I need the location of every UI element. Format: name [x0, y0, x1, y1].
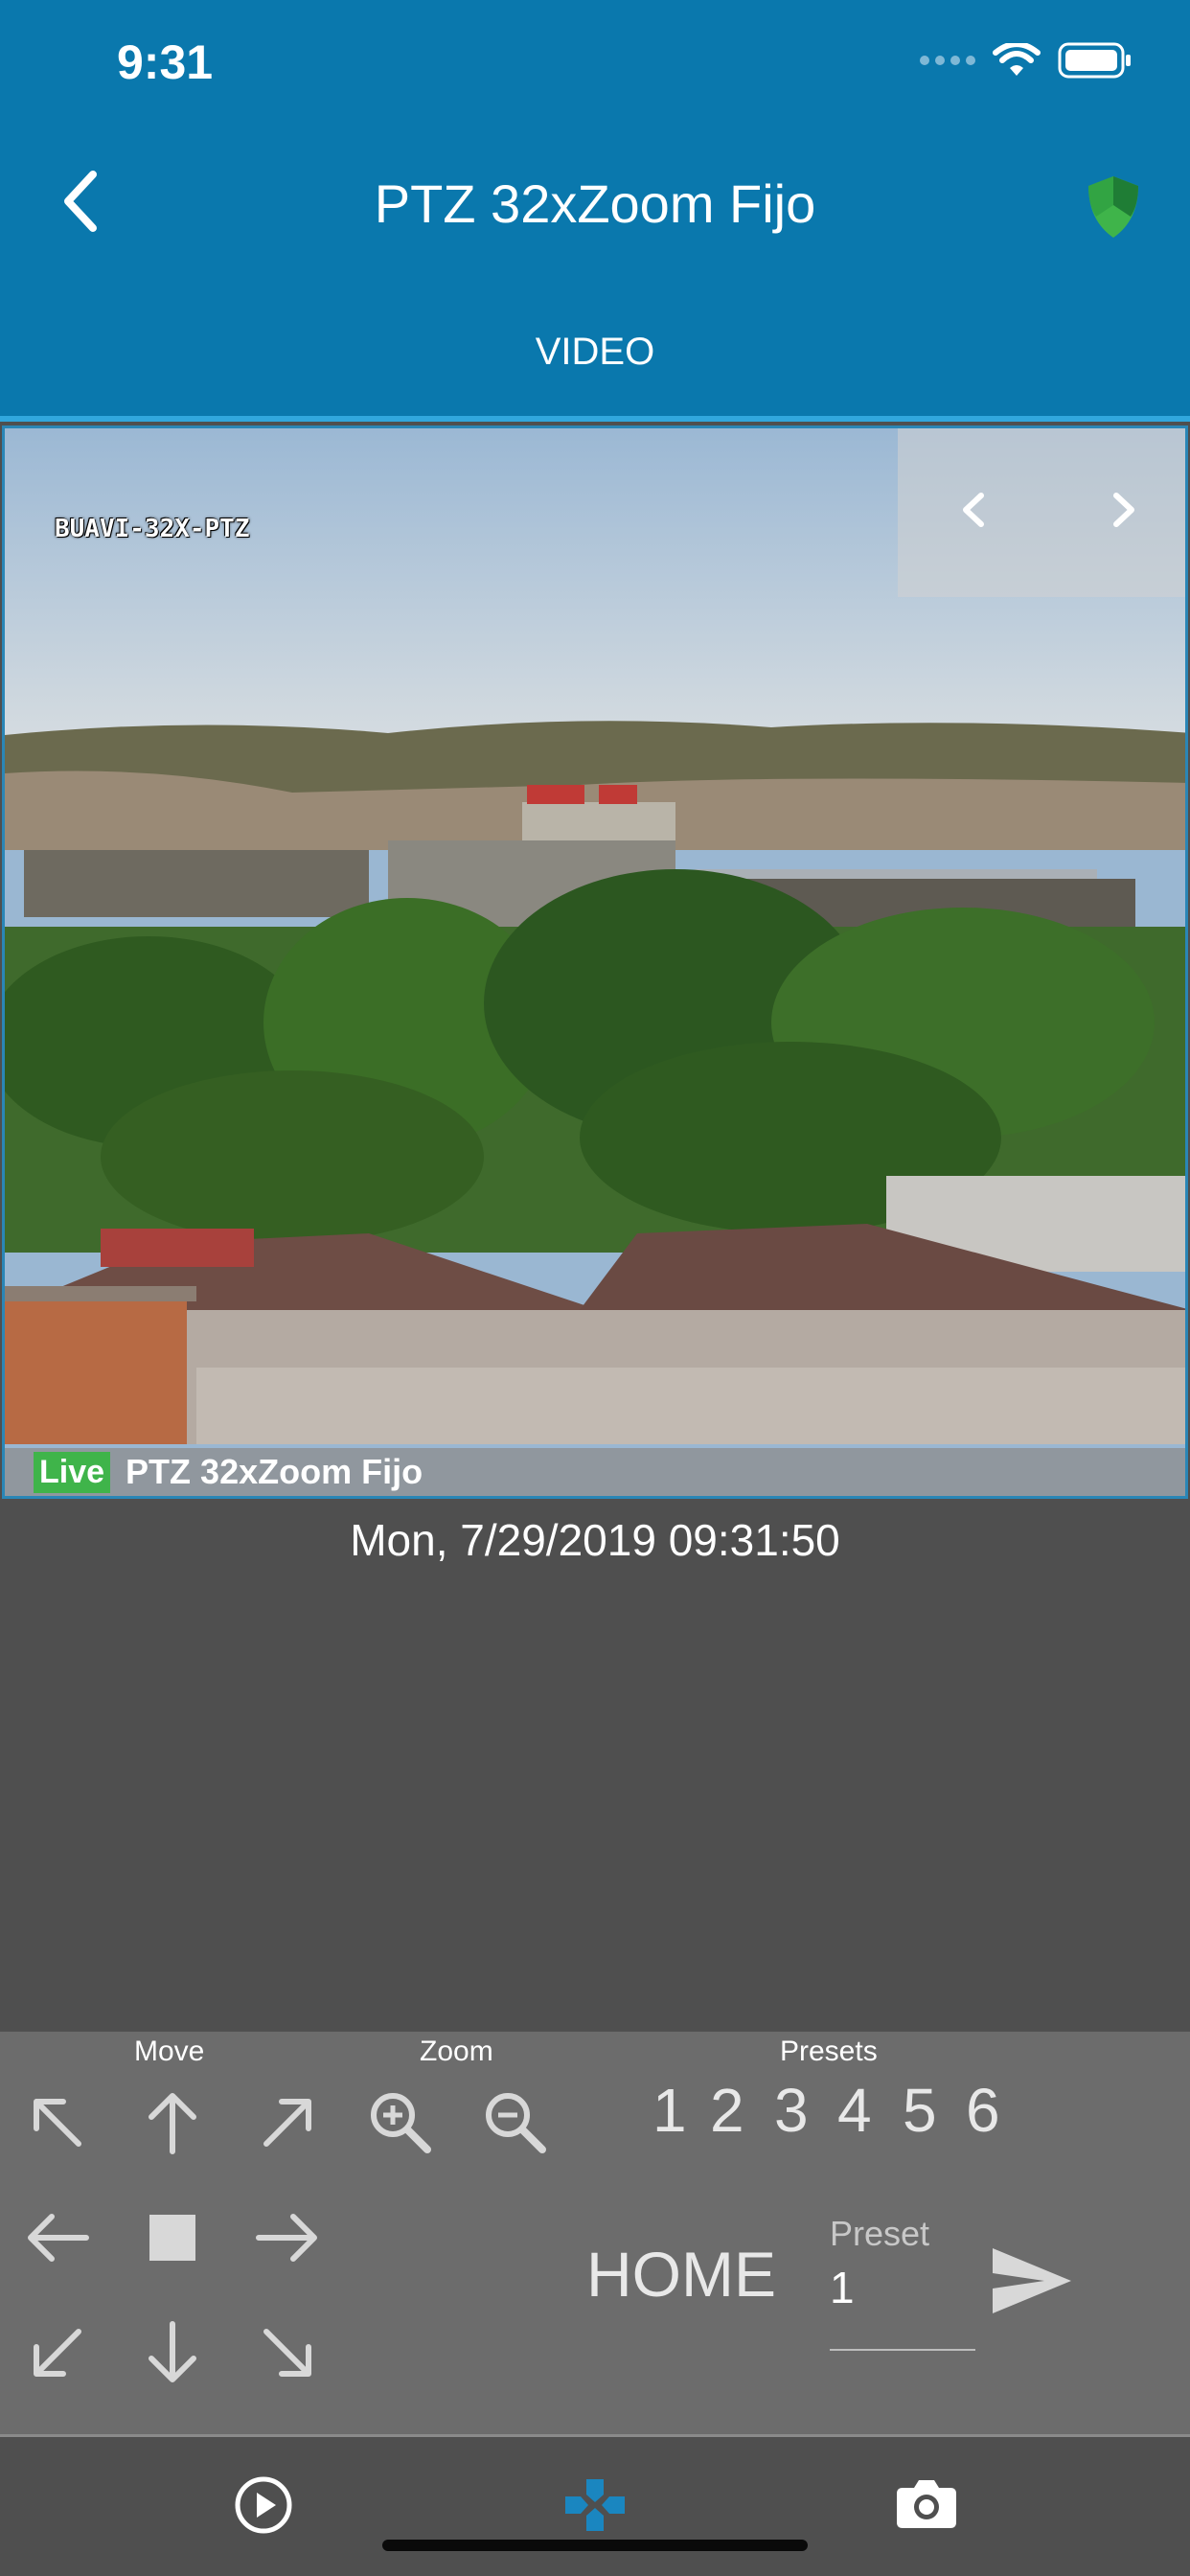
video-player[interactable]: BUAVI-32X-PTZ Live PTZ 32xZoom Fijo [2, 426, 1188, 1499]
zoom-out-icon[interactable] [477, 2084, 554, 2161]
move-down-icon[interactable] [134, 2314, 211, 2391]
zoom-in-icon[interactable] [362, 2084, 439, 2161]
status-icons [920, 42, 1133, 79]
zoom-label: Zoom [420, 2036, 493, 2067]
tab-indicator [0, 416, 1190, 422]
preset-4-button[interactable]: 4 [837, 2075, 872, 2146]
stop-icon[interactable] [134, 2199, 211, 2276]
status-time: 9:31 [117, 35, 214, 89]
preset-2-button[interactable]: 2 [710, 2075, 744, 2146]
camera-icon[interactable] [895, 2476, 958, 2530]
signal-icon [920, 56, 975, 65]
video-timestamp: Mon, 7/29/2019 09:31:50 [350, 1515, 840, 1565]
move-down-right-icon[interactable] [249, 2314, 326, 2391]
move-up-right-icon[interactable] [249, 2084, 326, 2161]
preset-5-button[interactable]: 5 [903, 2075, 937, 2146]
play-icon[interactable] [234, 2475, 293, 2535]
move-left-icon[interactable] [19, 2199, 96, 2276]
page-title: PTZ 32xZoom Fijo [374, 173, 816, 234]
battery-icon [1058, 42, 1131, 79]
preset-input[interactable]: Preset 1 [830, 2209, 975, 2351]
send-icon[interactable] [989, 2242, 1075, 2319]
preset-3-button[interactable]: 3 [774, 2075, 809, 2146]
live-status-bar: Live PTZ 32xZoom Fijo [5, 1448, 1185, 1496]
preset-6-button[interactable]: 6 [966, 2075, 1000, 2146]
shield-icon[interactable] [1085, 174, 1142, 240]
wifi-icon [993, 43, 1041, 76]
presets-label: Presets [780, 2036, 878, 2067]
gamepad-icon[interactable] [563, 2475, 627, 2535]
home-button[interactable]: HOME [586, 2238, 776, 2311]
preset-1-button[interactable]: 1 [652, 2075, 687, 2146]
live-camera-name: PTZ 32xZoom Fijo [126, 1452, 423, 1491]
move-up-icon[interactable] [134, 2084, 211, 2161]
camera-overlay-label: BUAVI-32X-PTZ [55, 515, 250, 543]
tab-video[interactable]: VIDEO [0, 331, 1190, 374]
move-label: Move [134, 2036, 205, 2067]
previous-camera-icon[interactable] [941, 476, 1008, 543]
move-right-icon[interactable] [249, 2199, 326, 2276]
preset-input-value[interactable]: 1 [830, 2262, 855, 2313]
home-indicator [382, 2540, 808, 2551]
move-up-left-icon[interactable] [19, 2084, 96, 2161]
preset-input-label: Preset [830, 2214, 930, 2253]
live-badge: Live [34, 1451, 111, 1493]
move-down-left-icon[interactable] [19, 2314, 96, 2391]
next-camera-icon[interactable] [1089, 476, 1156, 543]
camera-switcher [898, 428, 1185, 597]
